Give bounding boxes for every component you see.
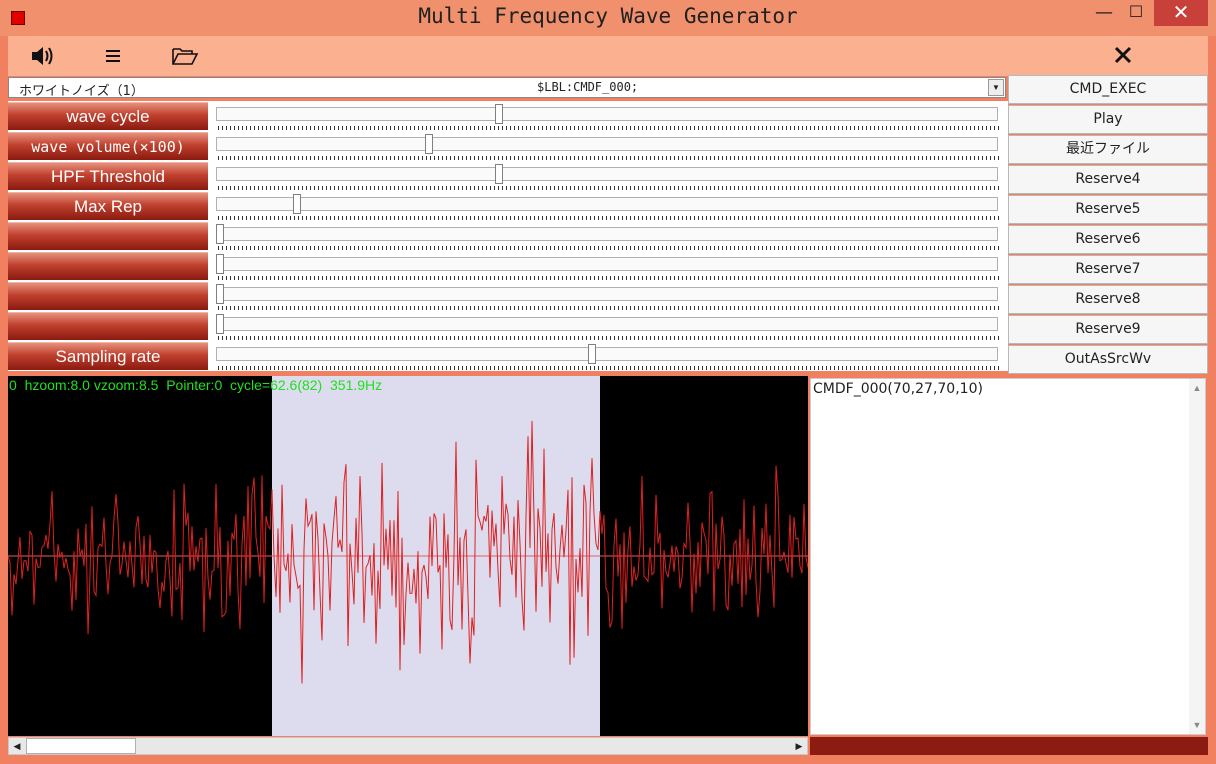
cmd-button-6[interactable]: Reserve7 (1008, 255, 1208, 284)
param-label (8, 252, 208, 280)
cmd-button-7[interactable]: Reserve8 (1008, 285, 1208, 314)
cmd-button-0[interactable]: CMD_EXEC (1008, 75, 1208, 104)
toolbar (8, 36, 1208, 76)
param-slider[interactable] (208, 281, 1008, 311)
slider-ticks (218, 126, 1000, 130)
text-scrollbar[interactable]: ▲ ▼ (1189, 379, 1205, 734)
param-label (8, 282, 208, 310)
slider-track[interactable] (216, 197, 998, 211)
param-row (8, 221, 1008, 251)
slider-track[interactable] (216, 317, 998, 331)
window-title: Multi Frequency Wave Generator (418, 4, 798, 28)
speaker-icon[interactable] (28, 42, 58, 70)
folder-open-icon[interactable] (170, 42, 200, 70)
command-text: CMDF_000(70,27,70,10) (813, 381, 983, 397)
param-label: Sampling rate (8, 342, 208, 370)
menu-icon[interactable] (98, 42, 128, 70)
param-label: Max Rep (8, 192, 208, 220)
combo-label: $LBL:CMDF_000; (537, 80, 639, 94)
param-slider[interactable] (208, 161, 1008, 191)
param-row: wave volume(×100) (8, 131, 1008, 161)
param-slider[interactable] (208, 191, 1008, 221)
param-row: HPF Threshold (8, 161, 1008, 191)
slider-ticks (218, 276, 1000, 280)
slider-thumb[interactable] (494, 164, 503, 184)
param-slider[interactable] (208, 251, 1008, 281)
slider-track[interactable] (216, 167, 998, 181)
scroll-down-icon[interactable]: ▼ (1189, 718, 1205, 732)
slider-thumb[interactable] (216, 314, 224, 334)
param-row: Max Rep (8, 191, 1008, 221)
slider-thumb[interactable] (216, 284, 224, 304)
slider-ticks (218, 216, 1000, 220)
title-bar: Multi Frequency Wave Generator — ☐ ✕ (0, 0, 1216, 36)
chevron-down-icon[interactable]: ▼ (988, 79, 1004, 96)
param-slider[interactable] (208, 101, 1008, 131)
slider-thumb[interactable] (216, 254, 224, 274)
combo-selected-preset: ホワイトノイズ（1） (19, 84, 144, 99)
cmd-button-9[interactable]: OutAsSrcWv (1008, 345, 1208, 374)
cmd-button-1[interactable]: Play (1008, 105, 1208, 134)
wave-status-text: 0 hzoom:8.0 vzoom:8.5 Pointer:0 cycle=62… (9, 377, 383, 393)
cmd-button-5[interactable]: Reserve6 (1008, 225, 1208, 254)
parameter-panel: wave cycle wave volume(×100) HPF Threshold… (8, 101, 1008, 373)
preset-combo[interactable]: ホワイトノイズ（1） $LBL:CMDF_000; ▼ (8, 77, 1006, 99)
command-buttons: CMD_EXEC Play 最近ファイル Reserve4 Reserve5 Reserv… (1008, 75, 1208, 375)
minimize-button[interactable]: — (1088, 2, 1120, 28)
param-row (8, 251, 1008, 281)
param-slider[interactable] (208, 131, 1008, 161)
maximize-button[interactable]: ☐ (1120, 2, 1152, 28)
status-strip (810, 737, 1208, 755)
cmd-button-3[interactable]: Reserve4 (1008, 165, 1208, 194)
param-row: Sampling rate (8, 341, 1008, 371)
waveform-plot (8, 376, 808, 736)
param-label (8, 312, 208, 340)
slider-thumb[interactable] (424, 134, 433, 154)
horizontal-scrollbar[interactable]: ◀ ▶ (8, 737, 808, 755)
param-row (8, 311, 1008, 341)
slider-track[interactable] (216, 287, 998, 301)
slider-ticks (218, 366, 1000, 370)
slider-thumb[interactable] (293, 194, 302, 214)
param-label: wave volume(×100) (8, 132, 208, 160)
slider-thumb[interactable] (216, 224, 224, 244)
slider-ticks (218, 186, 1000, 190)
cmd-button-2[interactable]: 最近ファイル (1008, 135, 1208, 164)
param-label: wave cycle (8, 102, 208, 130)
close-icon[interactable] (1108, 42, 1138, 70)
slider-ticks (218, 246, 1000, 250)
scrollbar-thumb[interactable] (26, 738, 136, 754)
param-slider[interactable] (208, 221, 1008, 251)
window-close-button[interactable]: ✕ (1154, 0, 1208, 26)
waveform-view[interactable]: 0 hzoom:8.0 vzoom:8.5 Pointer:0 cycle=62… (8, 376, 808, 736)
slider-ticks (218, 336, 1000, 340)
slider-thumb[interactable] (494, 104, 503, 124)
param-slider[interactable] (208, 311, 1008, 341)
param-slider[interactable] (208, 341, 1008, 371)
scroll-left-icon[interactable]: ◀ (9, 738, 25, 754)
param-label (8, 222, 208, 250)
slider-track[interactable] (216, 227, 998, 241)
command-text-area[interactable]: CMDF_000(70,27,70,10) ▲ ▼ (810, 378, 1206, 735)
param-row: wave cycle (8, 101, 1008, 131)
slider-track[interactable] (216, 347, 998, 361)
slider-ticks (218, 156, 1000, 160)
param-row (8, 281, 1008, 311)
slider-track[interactable] (216, 257, 998, 271)
cmd-button-4[interactable]: Reserve5 (1008, 195, 1208, 224)
scroll-up-icon[interactable]: ▲ (1189, 381, 1205, 395)
cmd-button-8[interactable]: Reserve9 (1008, 315, 1208, 344)
param-label: HPF Threshold (8, 162, 208, 190)
slider-ticks (218, 306, 1000, 310)
slider-track[interactable] (216, 137, 998, 151)
slider-track[interactable] (216, 107, 998, 121)
scroll-right-icon[interactable]: ▶ (791, 738, 807, 754)
slider-thumb[interactable] (587, 344, 596, 364)
